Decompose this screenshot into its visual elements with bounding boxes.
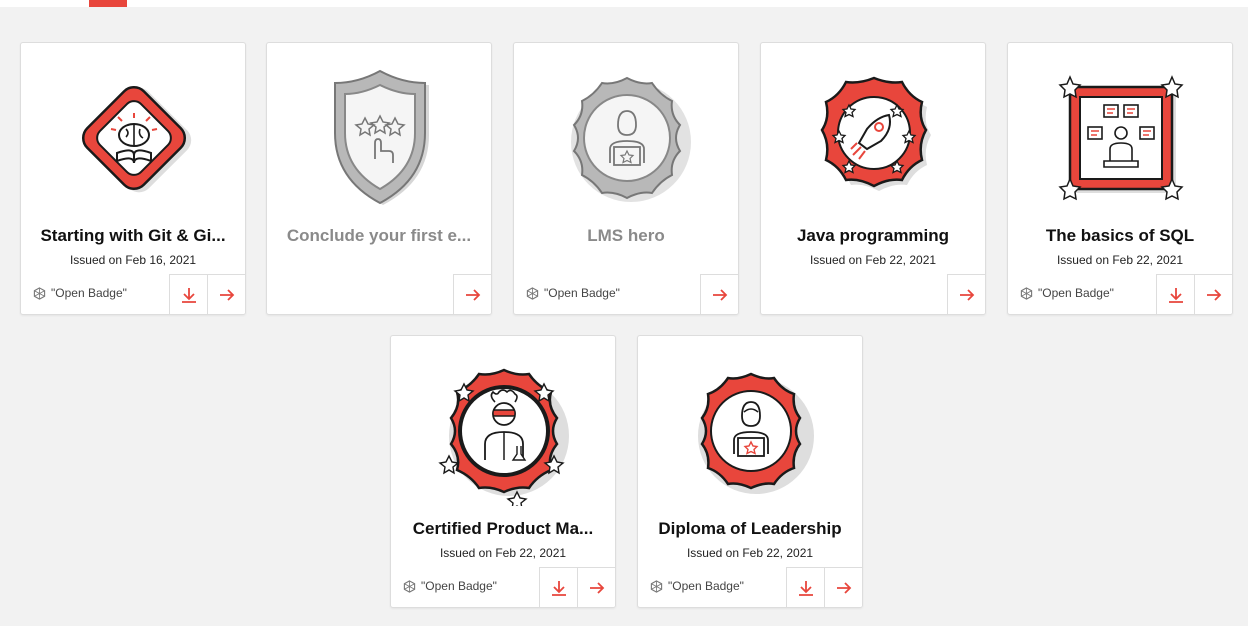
view-details-button[interactable] [577,567,615,607]
badge-title: Java programming [796,226,950,245]
presenter-boards-badge-icon [1046,63,1196,213]
open-badge-label: "Open Badge" [526,286,620,300]
download-button[interactable] [169,274,207,314]
card-footer: "Open Badge" [638,567,862,607]
badge-card[interactable]: Conclude your first e... [266,42,492,315]
card-footer [761,274,985,314]
view-details-button[interactable] [453,274,491,314]
open-badge-text: "Open Badge" [421,579,497,593]
arrow-right-icon [219,288,234,301]
leader-laptop-badge-icon [676,356,826,506]
card-footer: "Open Badge" [1008,274,1232,314]
open-badge-text: "Open Badge" [1038,286,1114,300]
arrow-right-icon [959,288,974,301]
badge-card[interactable]: LMS hero "Open Badge" [513,42,739,315]
arrow-right-icon [589,581,604,594]
badge-title: Conclude your first e... [286,226,472,245]
open-badge-text: "Open Badge" [668,579,744,593]
open-badge-label: "Open Badge" [1020,286,1114,300]
badge-card[interactable]: Java programming Issued on Feb 22, 2021 [760,42,986,315]
card-footer: "Open Badge" [514,274,738,314]
badge-title: Certified Product Ma... [412,519,594,538]
open-badge-icon [403,579,416,593]
arrow-right-icon [465,288,480,301]
brain-book-badge-icon [59,63,209,213]
arrow-right-icon [836,581,851,594]
issued-date: Issued on Feb 22, 2021 [1056,253,1184,267]
arrow-right-icon [712,288,727,301]
open-badge-text: "Open Badge" [544,286,620,300]
issued-date: Issued on Feb 22, 2021 [686,546,814,560]
issued-date: Issued on Feb 22, 2021 [809,253,937,267]
card-footer: "Open Badge" [391,567,615,607]
card-footer [267,274,491,314]
open-badge-icon [526,286,539,300]
issued-date: Issued on Feb 16, 2021 [69,253,197,267]
badge-card[interactable]: The basics of SQL Issued on Feb 22, 2021… [1007,42,1233,315]
view-details-button[interactable] [947,274,985,314]
open-badge-icon [1020,286,1033,300]
download-button[interactable] [539,567,577,607]
top-tab-bar [0,0,1248,7]
badge-title: Starting with Git & Gi... [40,226,226,245]
download-button[interactable] [1156,274,1194,314]
download-icon [798,580,813,596]
view-details-button[interactable] [700,274,738,314]
badge-card[interactable]: Starting with Git & Gi... Issued on Feb … [20,42,246,315]
arrow-right-icon [1206,288,1221,301]
scientist-badge-icon [429,356,579,506]
badge-card[interactable]: Diploma of Leadership Issued on Feb 22, … [637,335,863,608]
open-badge-icon [33,286,46,300]
issued-date: Issued on Feb 22, 2021 [439,546,567,560]
download-icon [551,580,566,596]
person-laptop-badge-icon [552,63,702,213]
badge-title: LMS hero [587,226,665,245]
shield-stars-hand-badge-icon [305,63,455,213]
open-badge-text: "Open Badge" [51,286,127,300]
view-details-button[interactable] [207,274,245,314]
download-icon [1168,287,1183,303]
badge-card[interactable]: Certified Product Ma... Issued on Feb 22… [390,335,616,608]
badge-title: The basics of SQL [1045,226,1195,245]
view-details-button[interactable] [824,567,862,607]
badge-title: Diploma of Leadership [658,519,842,538]
open-badge-label: "Open Badge" [33,286,127,300]
card-footer: "Open Badge" [21,274,245,314]
open-badge-label: "Open Badge" [650,579,744,593]
open-badge-icon [650,579,663,593]
view-details-button[interactable] [1194,274,1232,314]
open-badge-label: "Open Badge" [403,579,497,593]
download-icon [181,287,196,303]
download-button[interactable] [786,567,824,607]
active-tab-indicator [89,0,127,7]
rocket-badge-icon [799,63,949,213]
